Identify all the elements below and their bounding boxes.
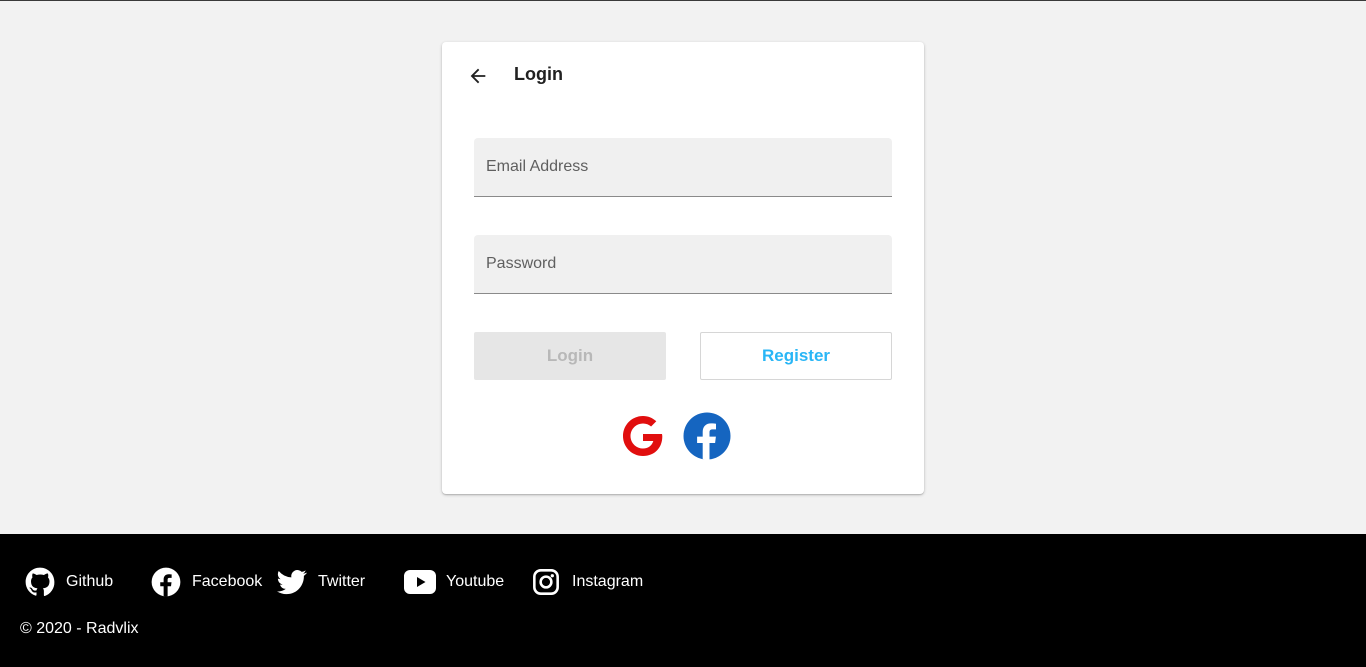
page-title: Login <box>514 64 563 84</box>
footer-link-youtube[interactable]: Youtube <box>404 566 504 598</box>
footer-link-github[interactable]: Github <box>24 566 113 598</box>
back-button[interactable] <box>462 60 494 92</box>
copyright-text: © 2020 - Radvlix <box>20 620 139 637</box>
footer-link-label: Instagram <box>572 573 644 590</box>
main-area: Login Login Register <box>0 1 1366 534</box>
arrow-left-icon <box>470 68 486 84</box>
twitter-icon <box>276 566 308 598</box>
footer: Github Facebook Twitter Youtube Instagra… <box>0 534 1366 667</box>
card-header: Login <box>442 42 924 108</box>
instagram-icon <box>530 566 562 598</box>
footer-link-facebook[interactable]: Facebook <box>150 566 262 598</box>
footer-link-label: Twitter <box>318 573 366 590</box>
register-button[interactable]: Register <box>700 332 892 380</box>
facebook-login-button[interactable] <box>683 412 731 460</box>
facebook-icon <box>150 566 182 598</box>
google-icon <box>623 416 663 456</box>
facebook-icon <box>683 412 731 460</box>
footer-link-twitter[interactable]: Twitter <box>276 566 365 598</box>
email-input[interactable] <box>474 138 892 196</box>
password-input[interactable] <box>474 235 892 293</box>
youtube-icon <box>404 566 436 598</box>
footer-link-instagram[interactable]: Instagram <box>530 566 643 598</box>
github-icon <box>24 566 56 598</box>
password-field[interactable] <box>474 235 892 294</box>
email-field[interactable] <box>474 138 892 197</box>
footer-link-label: Facebook <box>192 573 263 590</box>
footer-link-label: Youtube <box>446 573 505 590</box>
login-button[interactable]: Login <box>474 332 666 380</box>
google-login-button[interactable] <box>619 412 667 460</box>
footer-link-label: Github <box>66 573 114 590</box>
login-card: Login Login Register <box>442 42 924 494</box>
